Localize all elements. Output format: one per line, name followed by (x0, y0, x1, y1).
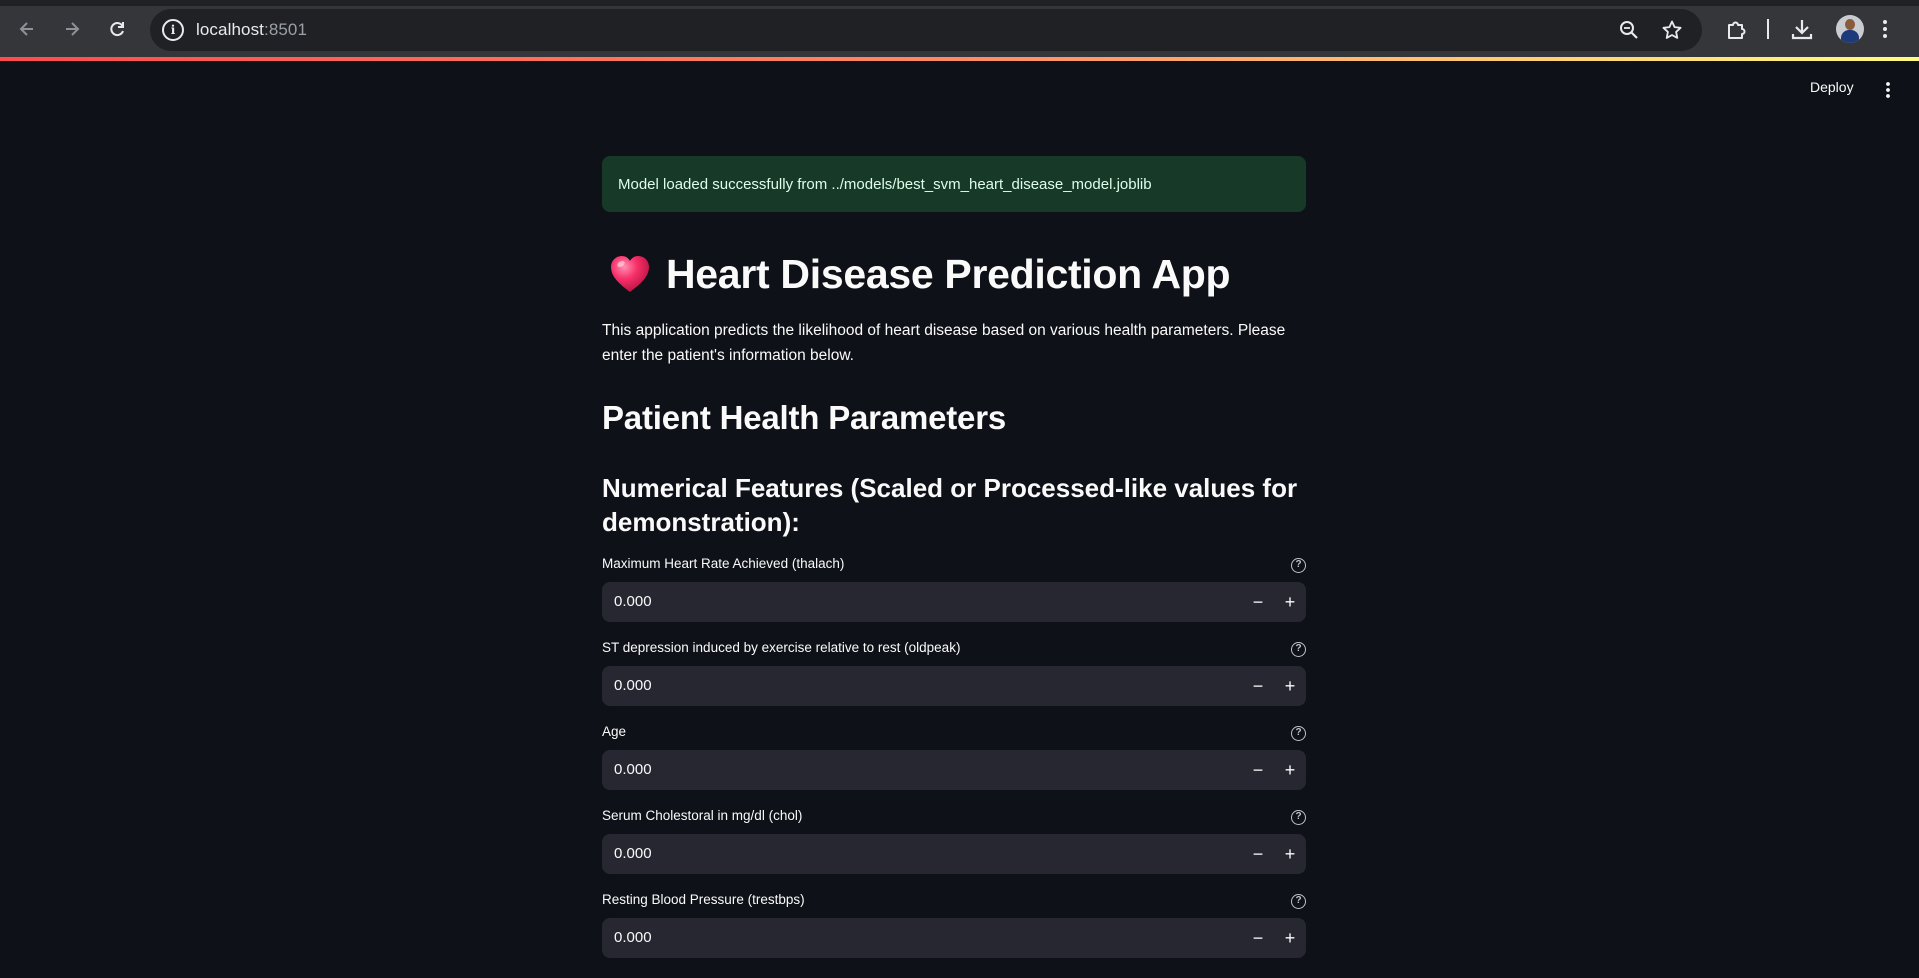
input-value[interactable]: 0.000 (614, 845, 652, 862)
intro-text: This application predicts the likelihood… (602, 322, 1286, 364)
number-input[interactable]: 0.000 − + (602, 582, 1306, 622)
number-input-chol: Serum Cholestoral in mg/dl (chol) ? 0.00… (602, 808, 1306, 888)
section-title: Patient Health Parameters (602, 399, 1007, 436)
tab-strip (0, 0, 1919, 6)
streamlit-decoration-bar (0, 57, 1919, 61)
subsection-title: Numerical Features (Scaled or Processed-… (602, 473, 1298, 537)
address-bar[interactable]: i localhost:8501 (150, 9, 1702, 51)
decrement-button[interactable]: − (1242, 666, 1274, 706)
input-value[interactable]: 0.000 (614, 761, 652, 778)
zoom-icon[interactable] (1618, 19, 1640, 41)
number-input[interactable]: 0.000 − + (602, 834, 1306, 874)
download-icon[interactable] (1789, 16, 1815, 42)
decrement-button[interactable]: − (1242, 750, 1274, 790)
menu-icon[interactable] (1882, 18, 1888, 40)
decrement-button[interactable]: − (1242, 582, 1274, 622)
alert-message: Model loaded successfully from ../models… (618, 175, 1152, 193)
help-icon[interactable]: ? (1291, 726, 1306, 741)
input-value[interactable]: 0.000 (614, 593, 652, 610)
help-icon[interactable]: ? (1291, 558, 1306, 573)
main-block: Model loaded successfully from ../models… (602, 156, 1306, 958)
number-input-trestbps: Resting Blood Pressure (trestbps) ? 0.00… (602, 892, 1306, 972)
url-text[interactable]: localhost:8501 (196, 20, 307, 40)
bookmark-star-icon[interactable] (1661, 19, 1683, 41)
field-label: Serum Cholestoral in mg/dl (chol) (602, 808, 803, 823)
heart-icon (611, 256, 649, 292)
forward-icon[interactable] (59, 16, 85, 42)
help-icon[interactable]: ? (1291, 642, 1306, 657)
number-input[interactable]: 0.000 − + (602, 666, 1306, 706)
increment-button[interactable]: + (1274, 582, 1306, 622)
extensions-icon[interactable] (1724, 16, 1750, 42)
back-icon[interactable] (14, 16, 40, 42)
field-label: Resting Blood Pressure (trestbps) (602, 892, 805, 907)
increment-button[interactable]: + (1274, 918, 1306, 958)
avatar[interactable] (1836, 15, 1864, 43)
input-value[interactable]: 0.000 (614, 677, 652, 694)
field-label: ST depression induced by exercise relati… (602, 640, 961, 655)
number-input[interactable]: 0.000 − + (602, 918, 1306, 958)
input-value[interactable]: 0.000 (614, 929, 652, 946)
help-icon[interactable]: ? (1291, 810, 1306, 825)
page-title: Heart Disease Prediction App (666, 250, 1231, 297)
browser-toolbar: i localhost:8501 (0, 0, 1919, 61)
success-alert: Model loaded successfully from ../models… (602, 156, 1306, 212)
number-input-thalach: Maximum Heart Rate Achieved (thalach) ? … (602, 556, 1306, 636)
app-menu-icon[interactable] (1885, 81, 1891, 99)
site-info-icon[interactable]: i (162, 19, 184, 41)
decrement-button[interactable]: − (1242, 834, 1274, 874)
help-icon[interactable]: ? (1291, 894, 1306, 909)
number-input-age: Age ? 0.000 − + (602, 724, 1306, 804)
field-label: Maximum Heart Rate Achieved (thalach) (602, 556, 845, 571)
increment-button[interactable]: + (1274, 834, 1306, 874)
number-input[interactable]: 0.000 − + (602, 750, 1306, 790)
page-title-row: Heart Disease Prediction App (602, 246, 1231, 302)
toolbar-divider (1767, 19, 1769, 39)
reload-icon[interactable] (104, 16, 130, 42)
number-input-oldpeak: ST depression induced by exercise relati… (602, 640, 1306, 720)
decrement-button[interactable]: − (1242, 918, 1274, 958)
increment-button[interactable]: + (1274, 750, 1306, 790)
field-label: Age (602, 724, 627, 739)
deploy-button[interactable]: Deploy (1810, 79, 1854, 95)
increment-button[interactable]: + (1274, 666, 1306, 706)
